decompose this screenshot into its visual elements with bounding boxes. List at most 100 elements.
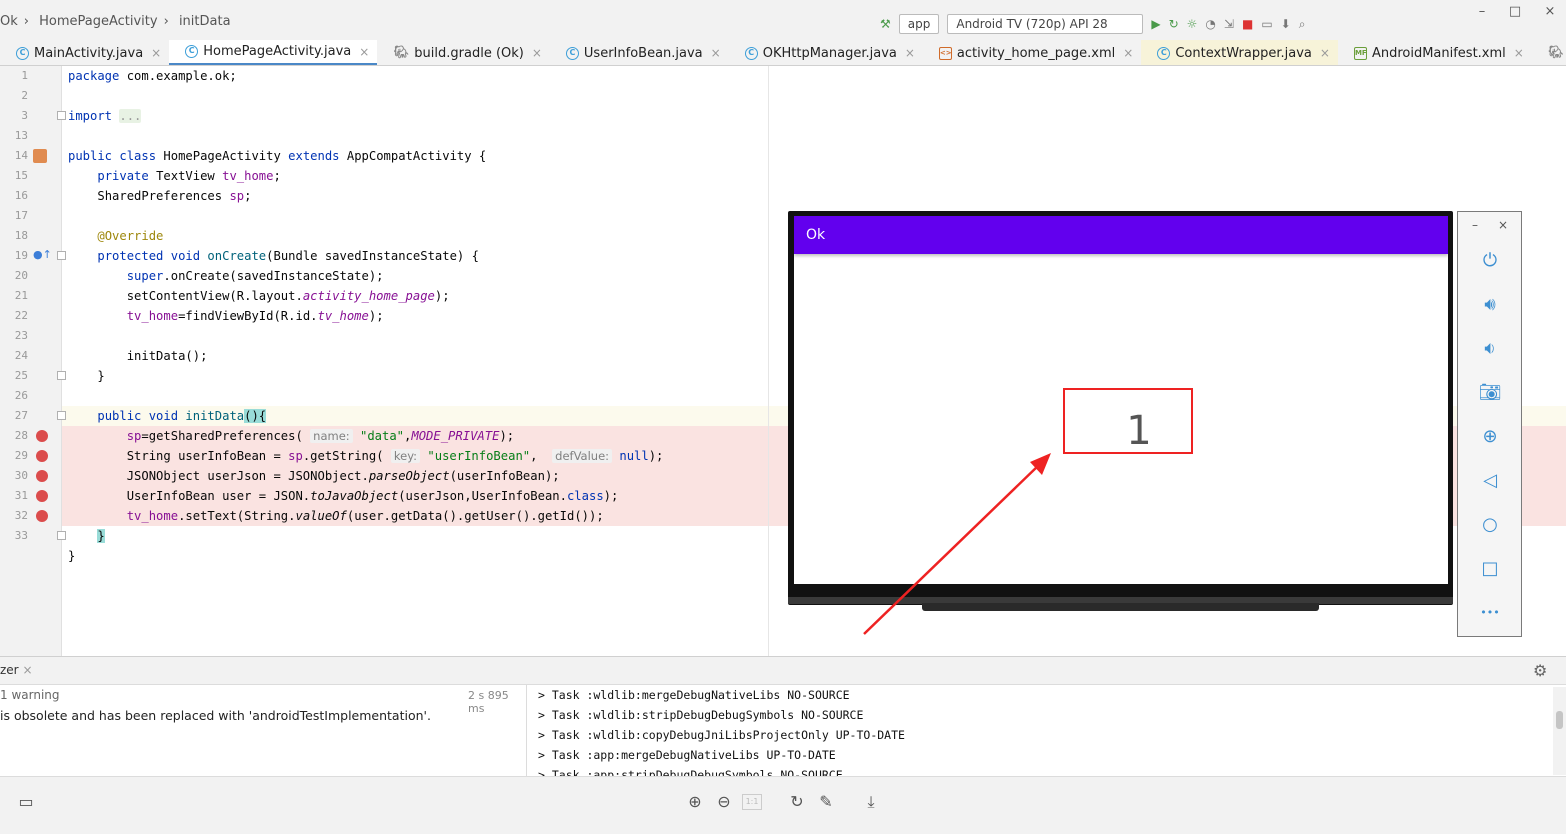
tab-4[interactable]: C OKHttpManager.java × (729, 40, 923, 65)
breakpoint-icon[interactable] (36, 510, 48, 522)
scrollbar-thumb[interactable] (1556, 711, 1563, 729)
close-icon[interactable]: × (711, 46, 721, 60)
camera-icon[interactable]: 📷︎ (1474, 376, 1506, 408)
build-analyzer-tab[interactable]: zer × (0, 663, 33, 677)
power-icon[interactable]: ⏻ (1474, 244, 1506, 276)
code-line-30[interactable]: UserInfoBean user = JSON.toJavaObject(us… (68, 486, 619, 506)
hammer-icon[interactable]: ⚒ (880, 17, 891, 31)
download-icon[interactable]: ⤓ (860, 791, 882, 813)
close-icon[interactable]: × (532, 46, 542, 60)
rotate-icon[interactable]: ↻ (786, 791, 808, 813)
fold-marker[interactable] (57, 251, 66, 260)
tab-3[interactable]: C UserInfoBean.java × (550, 40, 729, 65)
close-window-icon[interactable]: × (1540, 4, 1560, 19)
line-number: 26 (14, 389, 28, 402)
code-line-13[interactable]: public class HomePageActivity extends Ap… (68, 146, 486, 166)
code-line-27[interactable]: sp=getSharedPreferences( name: "data",MO… (68, 426, 514, 446)
zoom-out-icon[interactable]: ⊖ (713, 791, 735, 813)
tab-2[interactable]: 🐘︎ build.gradle (Ok) × (377, 40, 550, 65)
breakpoint-icon[interactable] (36, 490, 48, 502)
breakpoint-icon[interactable] (36, 430, 48, 442)
tab-8[interactable]: 🐘︎build.gradle (:app)× (1532, 40, 1566, 65)
tab-1[interactable]: C HomePageActivity.java × (169, 40, 378, 65)
breakpoint-icon[interactable] (36, 470, 48, 482)
code-line-17[interactable]: @Override (68, 226, 163, 246)
impl-icon[interactable] (33, 149, 47, 163)
pencil-icon[interactable]: ✎ (815, 791, 837, 813)
close-icon[interactable]: × (151, 46, 161, 60)
code-line-33[interactable]: } (68, 546, 75, 566)
warning-summary[interactable]: 1 warning (0, 688, 60, 702)
code-line-1[interactable]: package com.example.ok; (68, 66, 237, 86)
actual-size-icon[interactable]: 1:1 (742, 794, 762, 810)
code-line-18[interactable]: protected void onCreate(Bundle savedInst… (68, 246, 479, 266)
volume-down-icon[interactable]: 🔉︎ (1474, 332, 1506, 364)
tab-6[interactable]: C ContextWrapper.java × (1141, 40, 1338, 65)
close-icon[interactable]: × (1320, 46, 1330, 60)
breadcrumb-item[interactable]: Ok (0, 14, 18, 29)
code-token: activity_home_page (302, 289, 435, 303)
code-line-28[interactable]: String userInfoBean = sp.getString( key:… (68, 446, 663, 466)
attach-icon[interactable]: ⇲ (1224, 17, 1234, 31)
tab-5[interactable]: <> activity_home_page.xml × (923, 40, 1141, 65)
code-line-14[interactable]: private TextView tv_home; (68, 166, 280, 186)
code-line-26[interactable]: public void initData(){ (68, 406, 267, 426)
breadcrumb-item[interactable]: initData (179, 14, 231, 29)
close-icon[interactable]: × (359, 45, 369, 59)
zoom-icon[interactable]: ⊕ (1474, 420, 1506, 452)
volume-up-icon[interactable]: 🔊︎ (1474, 288, 1506, 320)
log-scrollbar[interactable] (1553, 687, 1566, 775)
breakpoint-icon[interactable] (36, 450, 48, 462)
emulator-close-button[interactable]: × (1498, 218, 1508, 232)
maximize-window-icon[interactable]: □ (1505, 4, 1525, 19)
build-log[interactable]: > Task :wldlib:mergeDebugNativeLibs NO-S… (538, 685, 1548, 777)
fold-marker[interactable] (57, 111, 66, 120)
code-line-19[interactable]: super.onCreate(savedInstanceState); (68, 266, 384, 286)
code-line-31[interactable]: tv_home.setText(String.valueOf(user.getD… (68, 506, 604, 526)
build-tree[interactable]: 1 warning 2 s 895 ms is obsolete and has… (0, 685, 527, 777)
avd-icon[interactable]: ▭ (1261, 17, 1272, 31)
fold-marker[interactable] (57, 411, 66, 420)
line-number: 33 (14, 529, 28, 542)
code-line-20[interactable]: setContentView(R.layout.activity_home_pa… (68, 286, 450, 306)
device-select[interactable]: Android TV (720p) API 28 (947, 14, 1144, 34)
close-icon[interactable]: × (1514, 46, 1524, 60)
code-token: initData(); (126, 349, 208, 363)
fold-marker[interactable] (57, 371, 66, 380)
code-line-24[interactable]: } (68, 366, 104, 386)
code-line-3[interactable]: import ... (68, 106, 142, 126)
zoom-in-icon[interactable]: ⊕ (684, 791, 706, 813)
close-icon[interactable]: × (905, 46, 915, 60)
gear-icon[interactable]: ⚙ (1533, 661, 1547, 680)
overview-icon[interactable]: □ (1474, 552, 1506, 584)
profile-icon[interactable]: ◔ (1205, 17, 1215, 31)
override-icon[interactable]: ●↑ (33, 248, 52, 261)
code-line-32[interactable]: } (68, 526, 105, 546)
stop-icon[interactable]: ■ (1242, 17, 1253, 31)
apply-changes-icon[interactable]: ↻ (1169, 17, 1179, 31)
code-token: import (68, 109, 113, 123)
more-icon[interactable]: ••• (1474, 596, 1506, 628)
fold-marker[interactable] (57, 531, 66, 540)
code-line-23[interactable]: initData(); (68, 346, 208, 366)
debug-icon[interactable]: ☼ (1187, 17, 1198, 31)
minimize-window-icon[interactable]: – (1472, 4, 1492, 19)
tab-label: build.gradle (Ok) (414, 45, 524, 61)
code-line-21[interactable]: tv_home=findViewById(R.id.tv_home); (68, 306, 384, 326)
layout-icon[interactable]: ▭ (15, 791, 37, 813)
back-icon[interactable]: ◁ (1474, 464, 1506, 496)
emulator-minimize-button[interactable]: – (1472, 218, 1478, 232)
sdk-icon[interactable]: ⬇ (1281, 17, 1291, 31)
module-select[interactable]: app (898, 14, 940, 34)
tab-0[interactable]: C MainActivity.java × (0, 40, 169, 65)
code-line-15[interactable]: SharedPreferences sp; (68, 186, 251, 206)
home-icon[interactable]: ○ (1474, 508, 1506, 540)
run-icon[interactable]: ▶ (1151, 17, 1160, 31)
breadcrumb-item[interactable]: HomePageActivity (39, 14, 157, 29)
code-line-29[interactable]: JSONObject userJson = JSONObject.parseOb… (68, 466, 560, 486)
folded-imports[interactable]: ... (119, 109, 142, 123)
tab-7[interactable]: MF AndroidManifest.xml × (1338, 40, 1532, 65)
close-icon[interactable]: × (1123, 46, 1133, 60)
warning-message[interactable]: is obsolete and has been replaced with '… (0, 708, 431, 723)
search-icon[interactable]: ⌕ (1299, 17, 1306, 32)
